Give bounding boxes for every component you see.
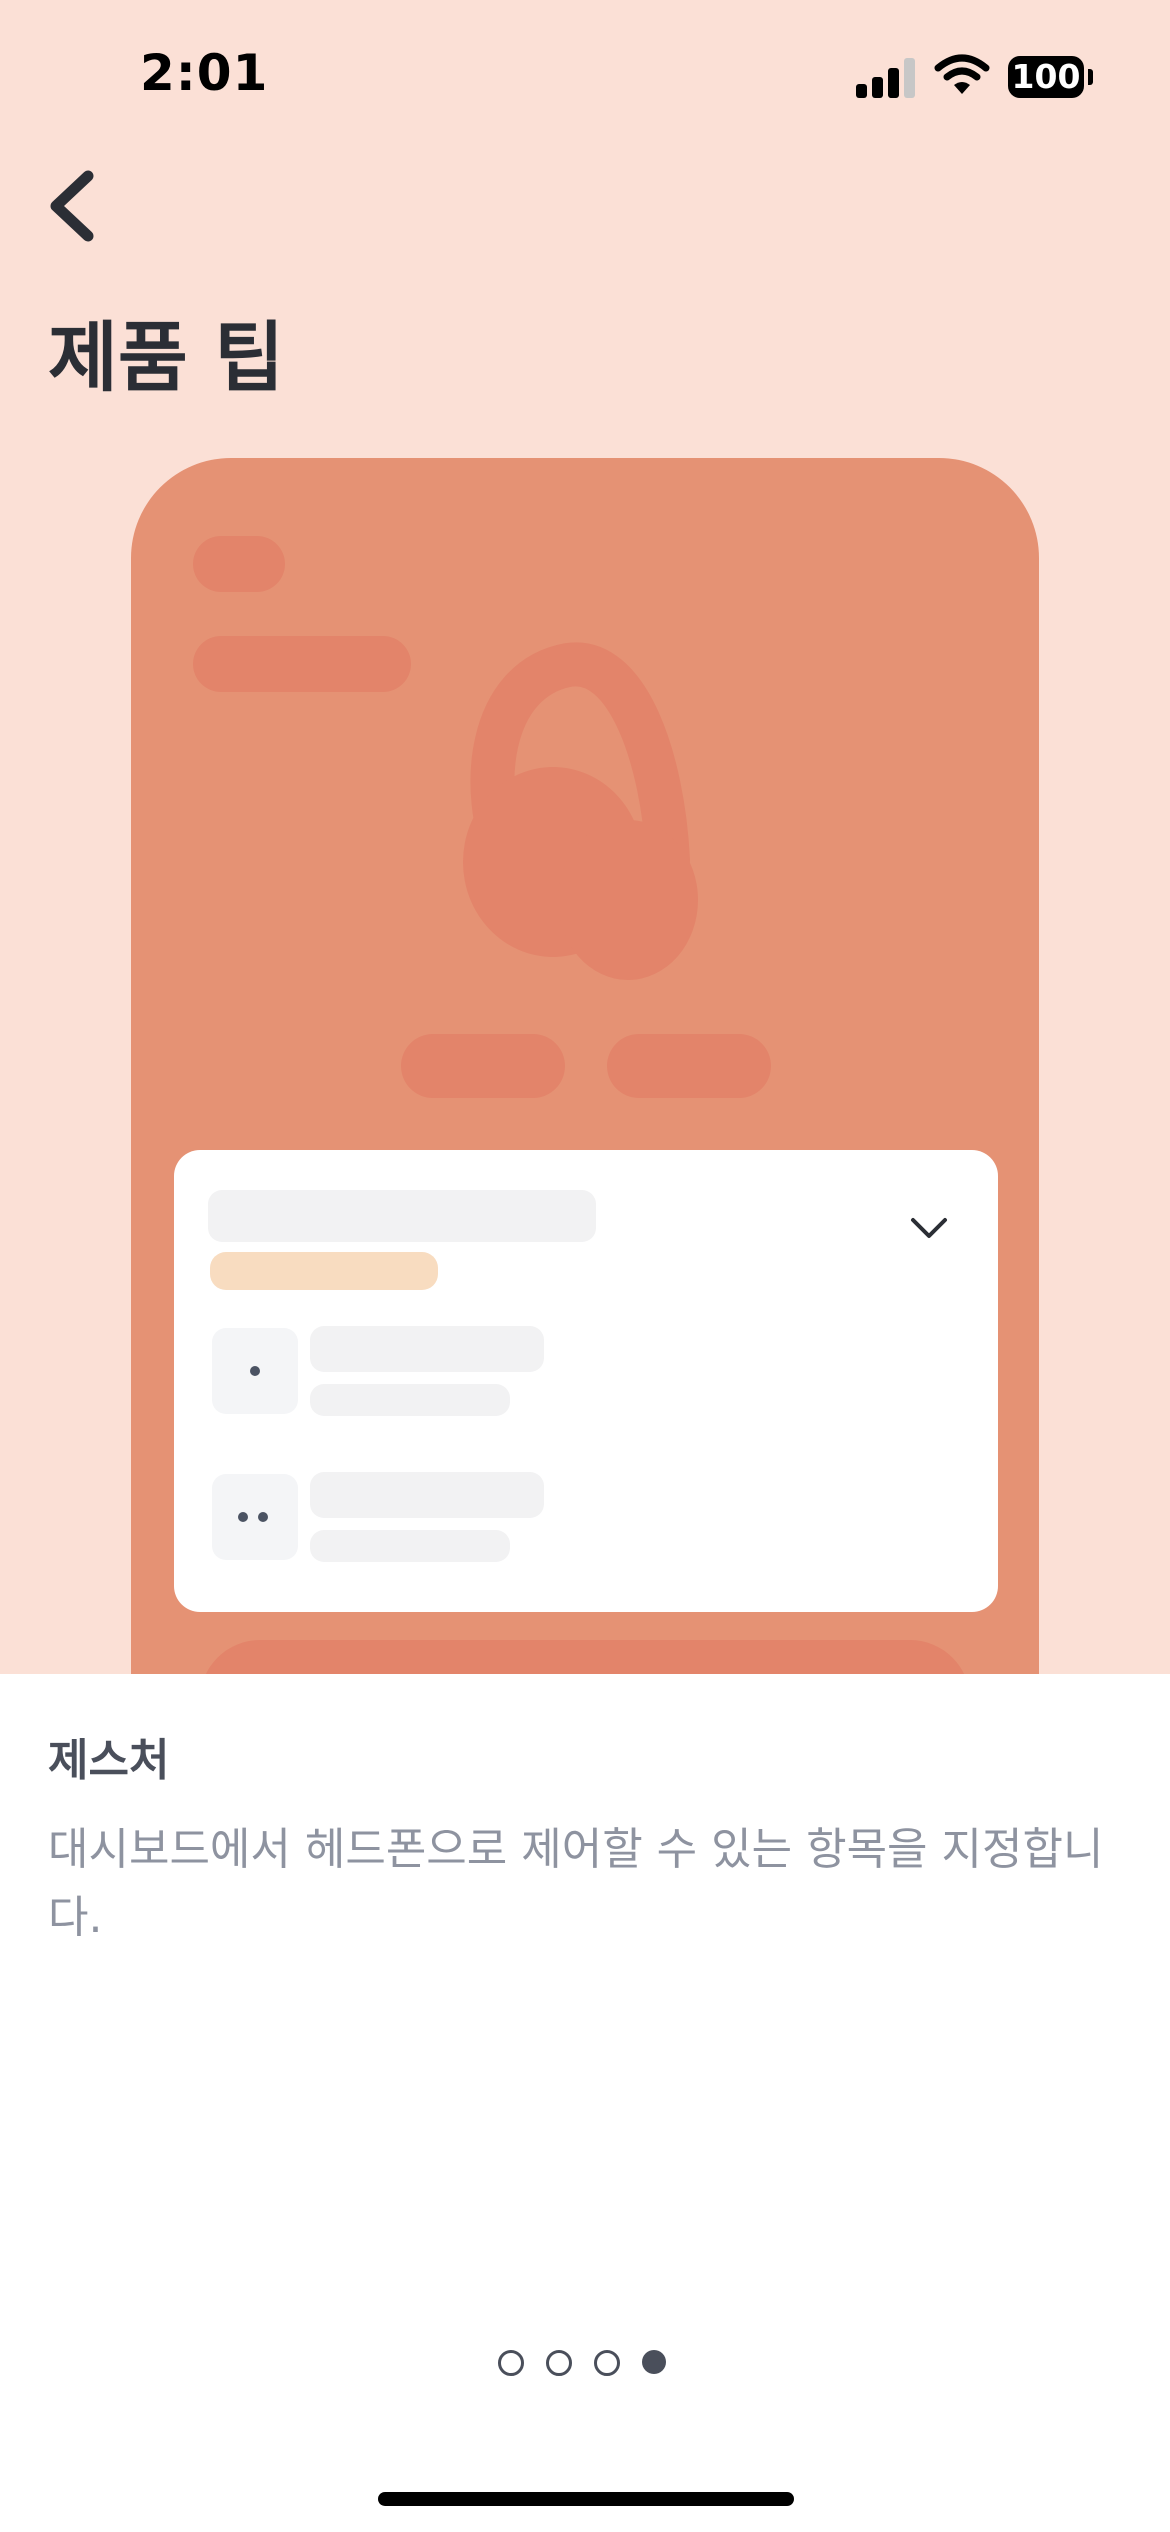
page-dot-active[interactable] [642,2350,666,2374]
placeholder-bottom-element [200,1640,970,1674]
chevron-down-icon [911,1218,947,1238]
status-time: 2:01 [140,44,269,102]
single-tap-icon [212,1328,298,1414]
placeholder-bar [193,636,411,692]
dashboard-card [174,1150,998,1612]
page-dot[interactable] [546,2350,572,2376]
cellular-signal-icon [856,58,918,98]
home-indicator[interactable] [378,2492,794,2506]
headphones-icon [463,642,698,980]
battery-indicator: 100 [1008,56,1084,98]
placeholder-title-bar [208,1190,596,1242]
tip-title: 제스처 [48,1735,170,1786]
chevron-left-icon [50,170,94,242]
placeholder-row-subtitle [310,1530,510,1562]
double-tap-icon [212,1474,298,1560]
placeholder-row-title [310,1326,544,1372]
wifi-icon [934,54,990,94]
placeholder-row-title [310,1472,544,1518]
back-button[interactable] [38,164,108,248]
page-dot[interactable] [594,2350,620,2376]
illustration-area: 2:01 100 제품 팁 [0,0,1170,1674]
placeholder-button-left [401,1034,565,1098]
battery-tip [1088,69,1093,85]
placeholder-row-subtitle [310,1384,510,1416]
placeholder-highlight-bar [210,1252,438,1290]
tip-description: 대시보드에서 헤드폰으로 제어할 수 있는 항목을 지정합니다. [48,1824,1104,1943]
page-dot[interactable] [498,2350,524,2376]
placeholder-button-right [607,1034,771,1098]
page-title: 제품 팁 [48,313,285,402]
placeholder-pill [193,536,285,592]
